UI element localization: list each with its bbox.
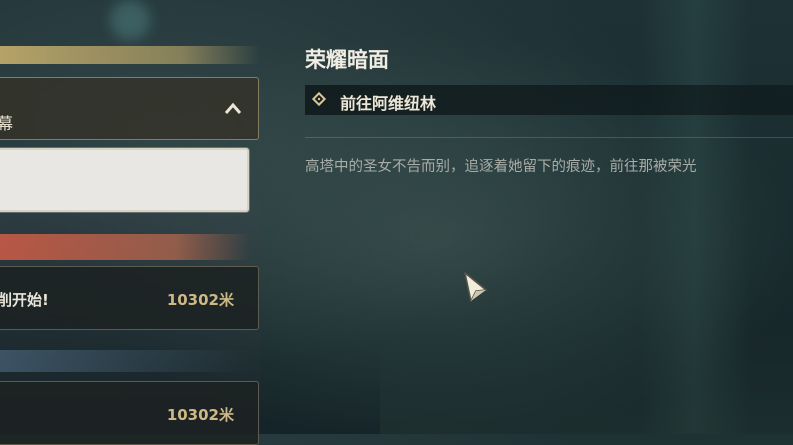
quest-name: 削开始! [0, 291, 49, 309]
quest-item[interactable]: 削开始! 10302米 [0, 266, 259, 330]
cursor-icon [464, 272, 487, 302]
category-gold-strip [0, 46, 260, 64]
background-glow [110, 0, 150, 40]
quest-detail-title: 荣耀暗面 [305, 48, 389, 72]
quest-distance: 10302米 [166, 406, 234, 424]
chapter-header[interactable]: 幕 [0, 77, 259, 140]
chevron-up-icon[interactable] [224, 100, 242, 118]
diamond-icon [311, 91, 327, 107]
selected-quest-entry[interactable] [0, 148, 249, 212]
quest-objective[interactable]: 前往阿维纽林 [305, 85, 793, 115]
category-blue-strip [0, 350, 250, 372]
background-beam [640, 0, 750, 434]
background-floor [380, 330, 793, 434]
category-red-strip [0, 234, 250, 260]
quest-description: 高塔中的圣女不告而别，追逐着她留下的痕迹，前往那被荣光 [305, 159, 697, 175]
chapter-title: 幕 [0, 114, 14, 133]
quest-item[interactable]: 10302米 [0, 381, 259, 445]
objective-text: 前往阿维纽林 [340, 94, 437, 113]
divider [305, 137, 793, 138]
quest-distance: 10302米 [166, 291, 234, 309]
